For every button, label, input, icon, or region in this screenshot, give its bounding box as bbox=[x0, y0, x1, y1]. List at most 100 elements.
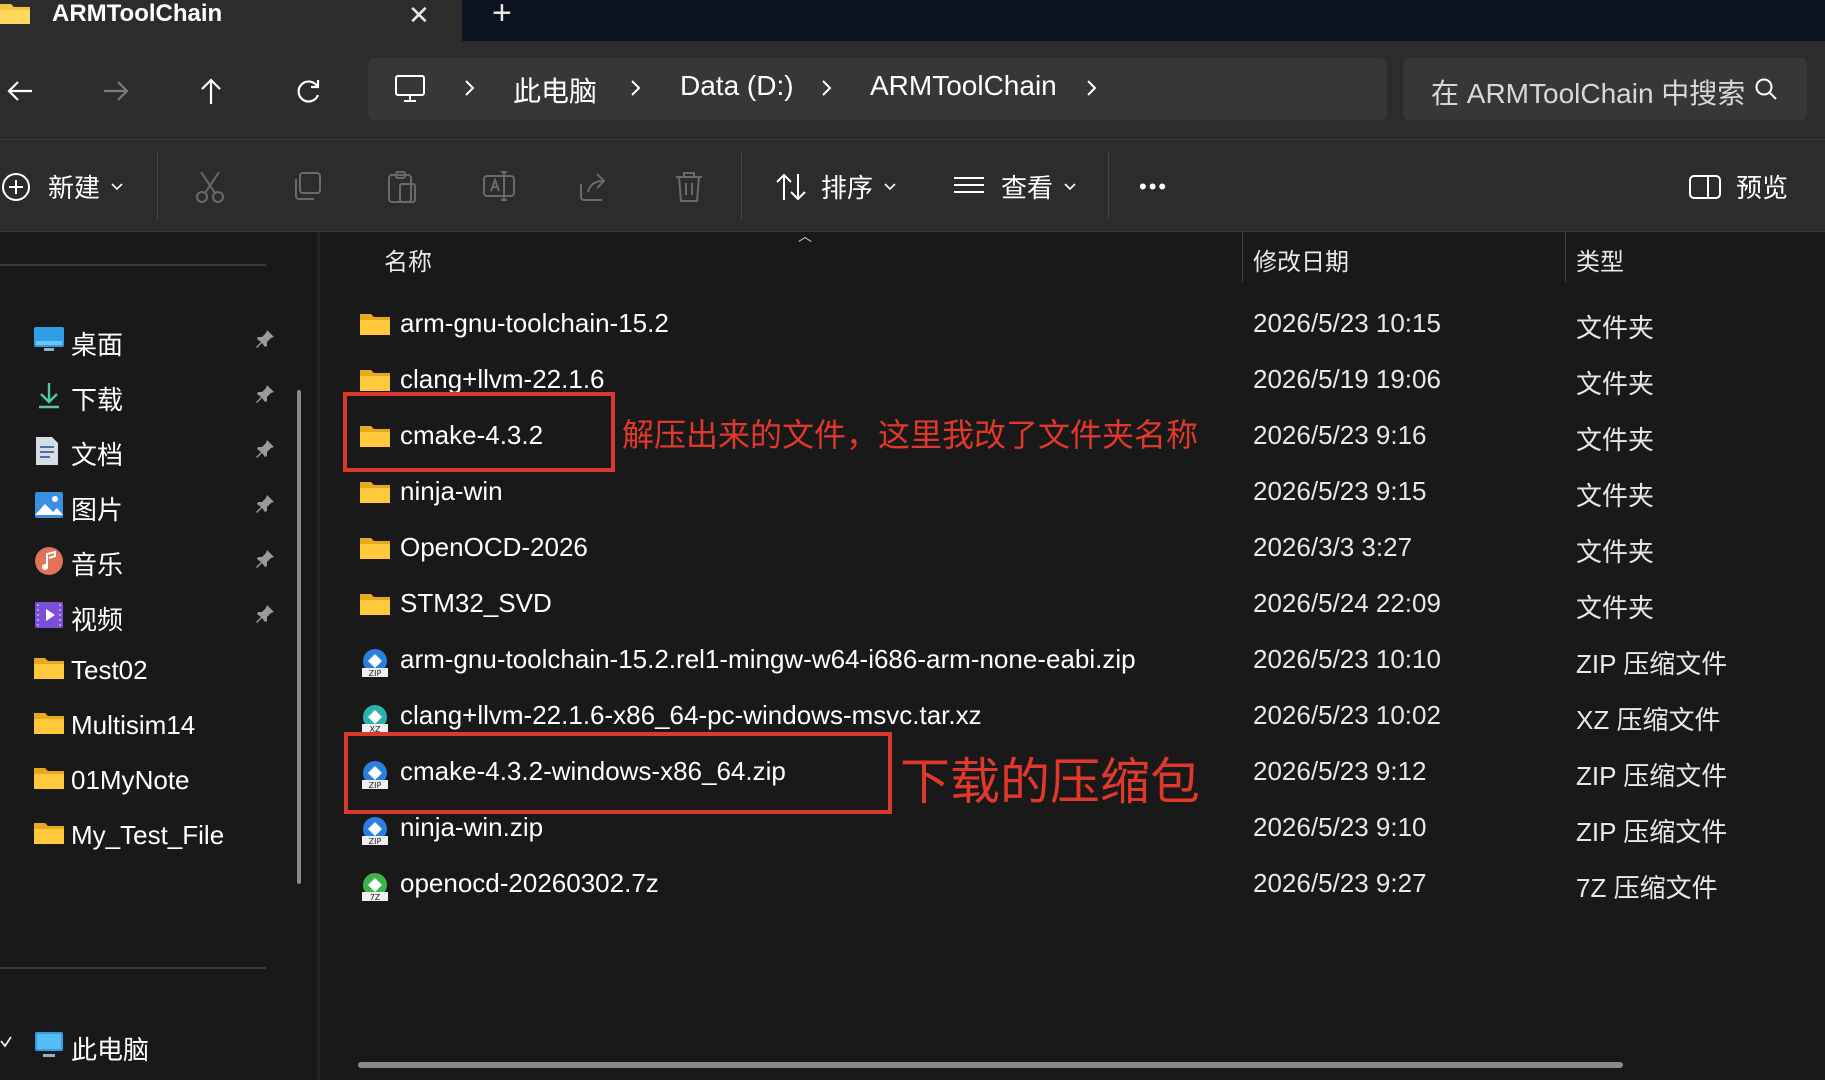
sidebar-item-downloads[interactable]: 下载 bbox=[0, 369, 280, 425]
file-row[interactable]: STM32_SVD 2026/5/24 22:09 文件夹 bbox=[320, 582, 1825, 638]
folder-icon bbox=[34, 821, 64, 849]
sort-caret-icon: ︿ bbox=[798, 228, 812, 244]
copy-icon[interactable] bbox=[291, 170, 323, 207]
file-row[interactable]: OpenOCD-2026 2026/3/3 3:27 文件夹 bbox=[320, 526, 1825, 582]
sort-button[interactable]: 排序 bbox=[775, 140, 905, 233]
up-button[interactable] bbox=[191, 71, 231, 111]
chevron-right-icon[interactable] bbox=[630, 79, 642, 102]
tab-armtoolchain[interactable]: ARMToolChain ✕ bbox=[0, 0, 462, 41]
column-divider[interactable] bbox=[1242, 232, 1243, 282]
file-type: 7Z 压缩文件 bbox=[1576, 873, 1718, 903]
cut-icon[interactable] bbox=[194, 170, 226, 209]
horizontal-scrollbar[interactable] bbox=[358, 1062, 1623, 1068]
file-type: 文件夹 bbox=[1576, 537, 1655, 567]
tab-strip-background bbox=[462, 0, 1825, 41]
file-name: arm-gnu-toolchain-15.2 bbox=[400, 308, 669, 338]
new-tab-button[interactable]: + bbox=[492, 0, 512, 33]
column-header-type[interactable]: 类型 bbox=[1576, 242, 1624, 277]
sidebar-item-my-test-file[interactable]: My_Test_File bbox=[0, 809, 280, 865]
highlight-box-downloaded-archive bbox=[344, 732, 892, 814]
folder-icon bbox=[34, 766, 64, 794]
column-header-date[interactable]: 修改日期 bbox=[1253, 242, 1349, 277]
toolbar-divider bbox=[741, 152, 742, 220]
computer-icon bbox=[394, 74, 426, 109]
navigation-pane: 桌面 下载 文档 图片 音乐 视频 Test02 Multisim14 01My… bbox=[0, 232, 320, 1080]
sidebar-item-music[interactable]: 音乐 bbox=[0, 534, 280, 590]
search-icon[interactable] bbox=[1753, 76, 1779, 107]
expand-chevron-icon[interactable] bbox=[0, 1035, 12, 1054]
more-options-button[interactable]: ••• bbox=[1139, 140, 1199, 233]
pin-icon[interactable] bbox=[254, 548, 276, 575]
file-type: 文件夹 bbox=[1576, 425, 1655, 455]
xz-archive-icon: XZ bbox=[360, 704, 390, 734]
chevron-right-icon[interactable] bbox=[821, 79, 833, 102]
tab-title: ARMToolChain bbox=[52, 0, 223, 27]
pin-icon[interactable] bbox=[254, 603, 276, 630]
sidebar-divider bbox=[0, 967, 266, 969]
file-row[interactable]: arm-gnu-toolchain-15.2 2026/5/23 10:15 文… bbox=[320, 302, 1825, 358]
breadcrumb-data-drive[interactable]: Data (D:) bbox=[680, 70, 794, 102]
sidebar-item-pictures[interactable]: 图片 bbox=[0, 479, 280, 535]
pin-icon[interactable] bbox=[254, 328, 276, 355]
breadcrumb-this-pc[interactable]: 此电脑 bbox=[513, 70, 597, 110]
file-type: 文件夹 bbox=[1576, 593, 1655, 623]
file-date: 2026/5/23 9:12 bbox=[1253, 756, 1427, 786]
pin-icon[interactable] bbox=[254, 493, 276, 520]
chevron-right-icon[interactable] bbox=[1086, 79, 1098, 102]
sidebar-item-this-pc[interactable]: 此电脑 bbox=[0, 1019, 280, 1075]
folder-icon bbox=[34, 711, 64, 739]
pin-icon[interactable] bbox=[254, 438, 276, 465]
file-name: arm-gnu-toolchain-15.2.rel1-mingw-w64-i6… bbox=[400, 644, 1136, 674]
file-date: 2026/5/23 9:10 bbox=[1253, 812, 1427, 842]
folder-icon bbox=[360, 592, 390, 620]
delete-icon[interactable] bbox=[674, 170, 704, 209]
file-row[interactable]: ZIP ninja-win.zip 2026/5/23 9:10 ZIP 压缩文… bbox=[320, 806, 1825, 862]
new-button[interactable]: 新建 bbox=[0, 140, 126, 233]
document-icon bbox=[34, 436, 64, 465]
sidebar-item-desktop[interactable]: 桌面 bbox=[0, 314, 280, 370]
file-row[interactable]: ZIP arm-gnu-toolchain-15.2.rel1-mingw-w6… bbox=[320, 638, 1825, 694]
chevron-right-icon[interactable] bbox=[464, 79, 476, 102]
pin-icon[interactable] bbox=[254, 383, 276, 410]
breadcrumb-armtoolchain[interactable]: ARMToolChain bbox=[870, 70, 1057, 102]
sidebar-scrollbar[interactable] bbox=[297, 390, 301, 884]
7z-archive-icon: 7Z bbox=[360, 872, 390, 902]
rename-icon[interactable] bbox=[482, 170, 516, 207]
sidebar-item-videos[interactable]: 视频 bbox=[0, 589, 280, 645]
paste-icon[interactable] bbox=[386, 170, 418, 209]
preview-pane-button[interactable]: 预览 bbox=[1688, 140, 1808, 233]
refresh-button[interactable] bbox=[288, 71, 328, 111]
column-divider[interactable] bbox=[1565, 232, 1566, 282]
zip-archive-icon: ZIP bbox=[360, 816, 390, 846]
view-list-icon bbox=[954, 176, 984, 193]
folder-icon bbox=[34, 656, 64, 684]
search-input[interactable]: 在 ARMToolChain 中搜索 bbox=[1403, 58, 1807, 120]
sort-icon bbox=[776, 173, 806, 200]
sidebar-item-documents[interactable]: 文档 bbox=[0, 424, 280, 480]
toolbar-divider bbox=[1108, 152, 1109, 220]
preview-pane-icon bbox=[1689, 174, 1721, 199]
sidebar-item-multisim14[interactable]: Multisim14 bbox=[0, 699, 280, 755]
svg-text:7Z: 7Z bbox=[370, 893, 381, 902]
annotation-extracted-note: 解压出来的文件，这里我改了文件夹名称 bbox=[622, 417, 1199, 453]
file-name: openocd-20260302.7z bbox=[400, 868, 659, 898]
address-bar[interactable]: 此电脑 Data (D:) ARMToolChain bbox=[368, 58, 1387, 120]
more-icon: ••• bbox=[1139, 173, 1169, 199]
sidebar-item-01mynote[interactable]: 01MyNote bbox=[0, 754, 280, 810]
back-button[interactable] bbox=[0, 71, 40, 111]
column-header-name[interactable]: 名称 bbox=[384, 242, 432, 277]
chevron-down-icon bbox=[1064, 182, 1076, 190]
view-button[interactable]: 查看 bbox=[953, 140, 1083, 233]
folder-icon bbox=[360, 480, 390, 508]
sidebar-item-test02[interactable]: Test02 bbox=[0, 644, 280, 700]
navigation-bar: 此电脑 Data (D:) ARMToolChain 在 ARMToolChai… bbox=[0, 41, 1825, 139]
close-icon[interactable]: ✕ bbox=[408, 0, 430, 31]
forward-button[interactable] bbox=[96, 71, 136, 111]
file-row[interactable]: 7Z openocd-20260302.7z 2026/5/23 9:27 7Z… bbox=[320, 862, 1825, 918]
file-row[interactable]: ninja-win 2026/5/23 9:15 文件夹 bbox=[320, 470, 1825, 526]
share-icon[interactable] bbox=[578, 170, 610, 207]
search-placeholder: 在 ARMToolChain 中搜索 bbox=[1431, 78, 1746, 109]
folder-icon bbox=[0, 2, 30, 24]
toolbar-divider bbox=[157, 152, 158, 220]
videos-icon bbox=[34, 601, 64, 629]
